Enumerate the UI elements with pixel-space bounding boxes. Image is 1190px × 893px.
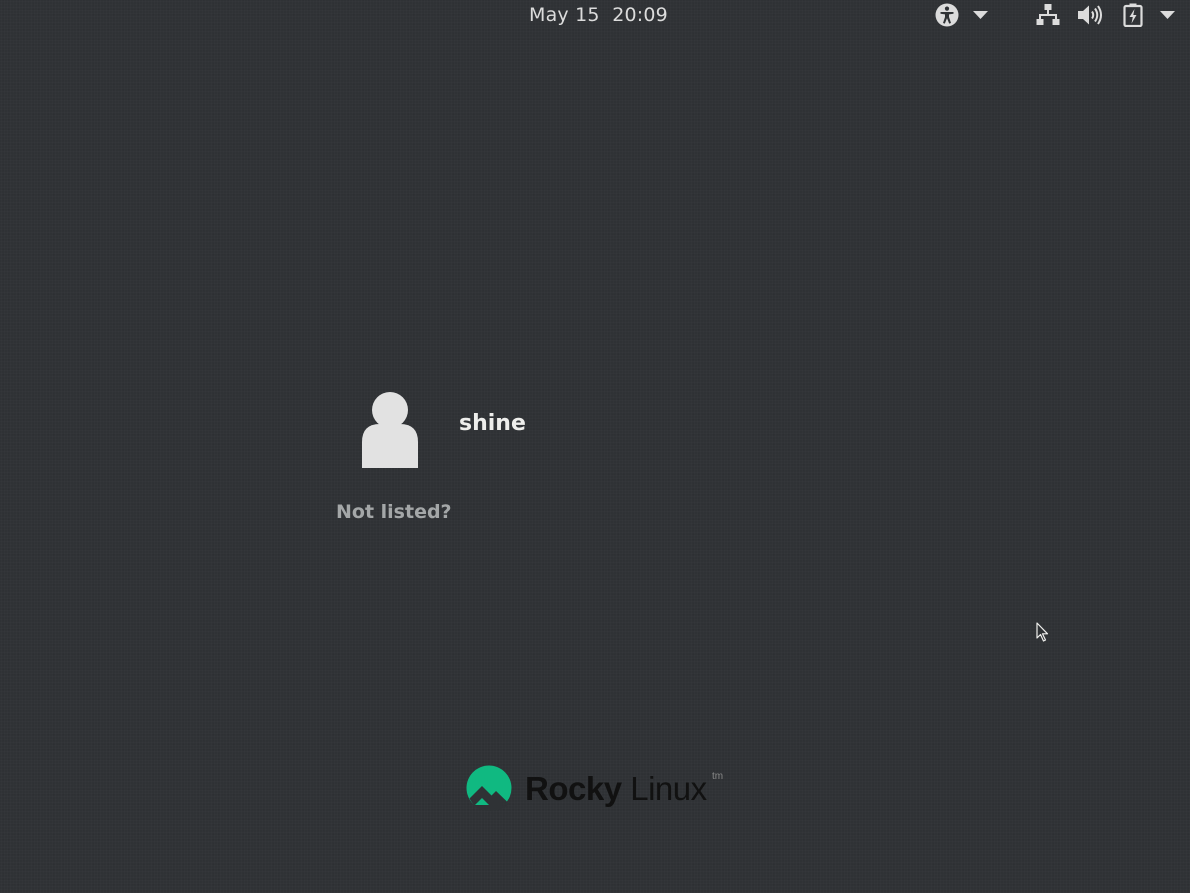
logo-trademark: tm — [712, 771, 724, 782]
chevron-down-icon — [1160, 11, 1175, 19]
rocky-linux-logo: Rocky Linux tm — [466, 764, 728, 814]
network-icon — [1036, 3, 1060, 27]
logo-word-rocky: Rocky — [525, 770, 622, 807]
user-avatar-icon — [356, 384, 420, 470]
user-list: shine Not listed? — [336, 380, 700, 540]
clock-date: May 15 — [529, 4, 600, 26]
chevron-down-icon — [973, 11, 988, 19]
top-bar: May 15 20:09 — [0, 0, 1190, 30]
logo-wordmark: Rocky Linux — [525, 770, 707, 808]
logo-word-linux: Linux — [630, 770, 707, 807]
battery-icon — [1123, 3, 1143, 28]
clock-time: 20:09 — [612, 4, 668, 26]
not-listed-button[interactable]: Not listed? — [336, 500, 452, 524]
rocky-linux-logo-icon — [466, 765, 512, 815]
accessibility-menu-button[interactable] — [932, 3, 992, 27]
volume-icon — [1077, 3, 1103, 27]
accessibility-icon — [934, 3, 960, 27]
system-menu-button[interactable] — [1034, 3, 1180, 28]
clock-button[interactable]: May 15 20:09 — [529, 3, 668, 27]
user-name: shine — [459, 411, 526, 436]
mouse-pointer-icon — [1036, 622, 1050, 642]
user-item-shine[interactable]: shine — [356, 384, 596, 470]
